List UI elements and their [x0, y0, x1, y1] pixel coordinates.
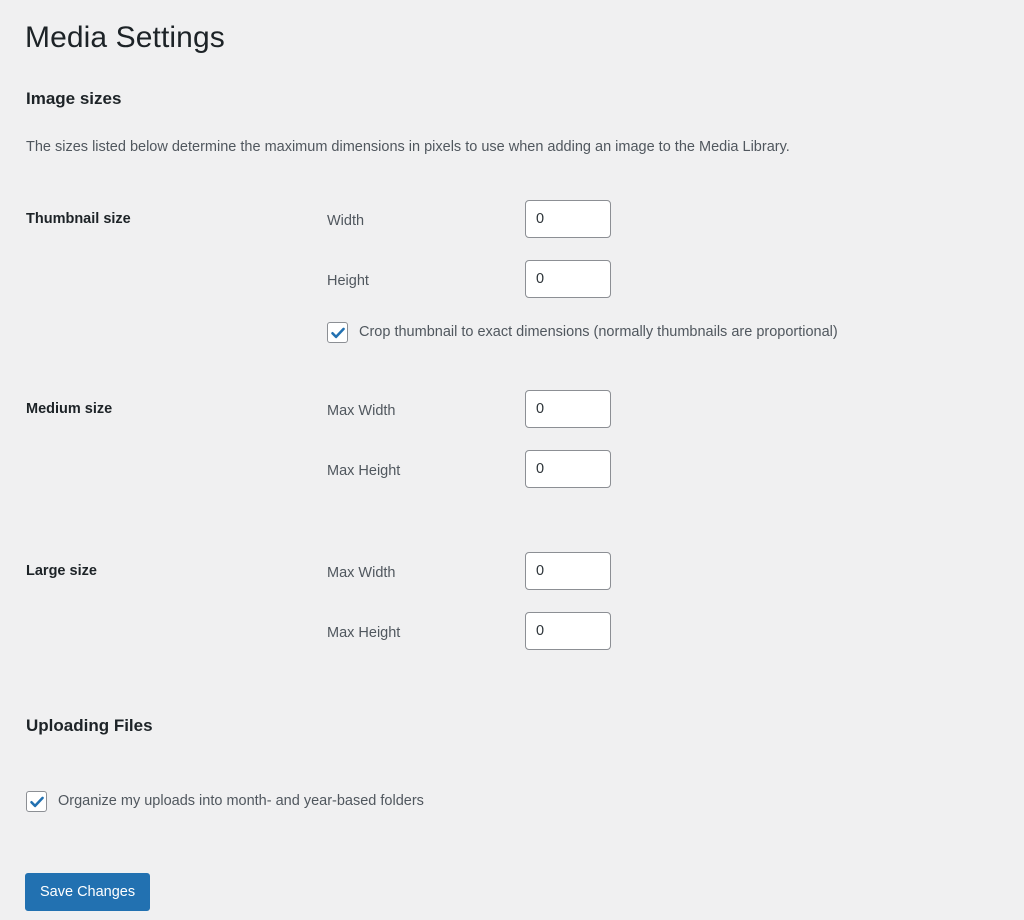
field-label-large-max-width: Max Width — [327, 565, 396, 581]
field-label-medium-max-width: Max Width — [327, 403, 396, 419]
save-changes-button[interactable]: Save Changes — [25, 873, 151, 911]
medium-max-width-input[interactable] — [525, 390, 611, 428]
field-label-large-max-height: Max Height — [327, 625, 401, 641]
large-max-width-input[interactable] — [525, 552, 611, 590]
field-group-large: Max Width Max Height — [327, 552, 1017, 672]
media-settings-page: Media Settings Image sizes The sizes lis… — [0, 0, 1024, 920]
field-line-medium-max-width: Max Width — [327, 390, 1017, 450]
thumbnail-width-input[interactable] — [525, 200, 611, 238]
row-label-large-size: Large size — [26, 563, 97, 579]
checkbox-checked-icon[interactable] — [26, 791, 47, 812]
organize-uploads-checkbox-row[interactable]: Organize my uploads into month- and year… — [26, 791, 424, 812]
crop-thumbnail-checkbox-row[interactable]: Crop thumbnail to exact dimensions (norm… — [327, 322, 838, 343]
image-sizes-description: The sizes listed below determine the max… — [26, 139, 790, 155]
row-label-medium-size: Medium size — [26, 401, 113, 417]
field-group-medium: Max Width Max Height — [327, 390, 1017, 510]
medium-max-height-input[interactable] — [525, 450, 611, 488]
thumbnail-height-input[interactable] — [525, 260, 611, 298]
field-line-large-max-width: Max Width — [327, 552, 1017, 612]
organize-uploads-label: Organize my uploads into month- and year… — [58, 793, 424, 810]
large-max-height-input[interactable] — [525, 612, 611, 650]
field-line-large-max-height: Max Height — [327, 612, 1017, 672]
row-label-thumbnail-size: Thumbnail size — [26, 211, 131, 227]
crop-thumbnail-label: Crop thumbnail to exact dimensions (norm… — [359, 324, 838, 341]
field-label-medium-max-height: Max Height — [327, 463, 401, 479]
page-title: Media Settings — [25, 21, 225, 54]
field-label-thumbnail-height: Height — [327, 273, 369, 289]
section-heading-uploading-files: Uploading Files — [26, 716, 153, 735]
field-line-medium-max-height: Max Height — [327, 450, 1017, 510]
field-line-thumbnail-width: Width — [327, 200, 1017, 260]
checkbox-checked-icon[interactable] — [327, 322, 348, 343]
field-label-thumbnail-width: Width — [327, 213, 365, 229]
field-group-thumbnail: Width Height — [327, 200, 1017, 320]
section-heading-image-sizes: Image sizes — [26, 89, 122, 108]
field-line-thumbnail-height: Height — [327, 260, 1017, 320]
